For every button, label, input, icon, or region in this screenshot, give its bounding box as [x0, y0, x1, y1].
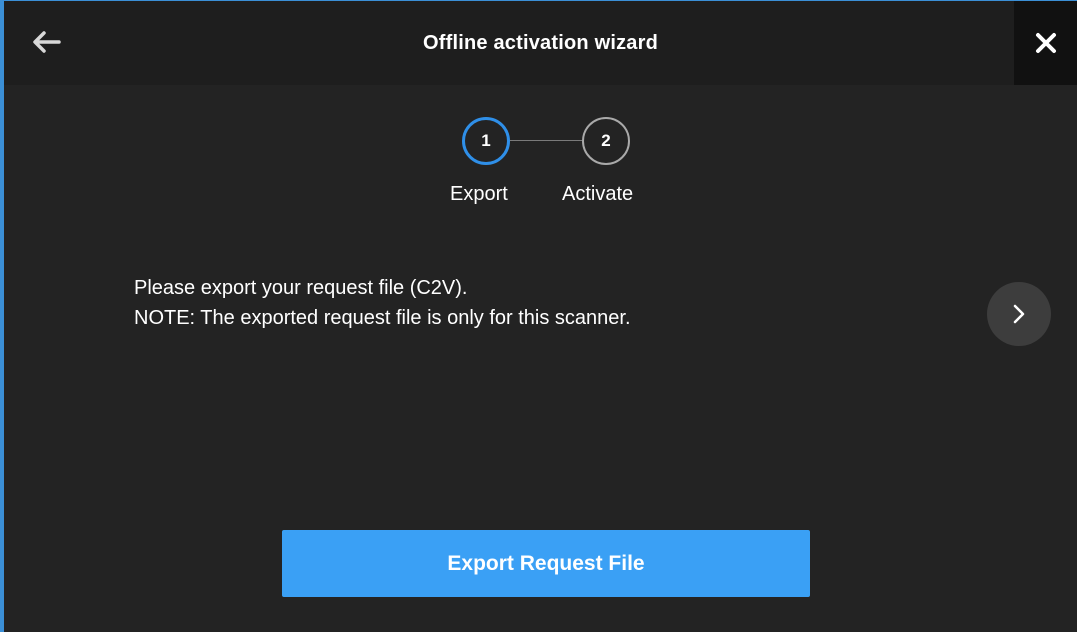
title-bar: Offline activation wizard: [4, 1, 1077, 85]
close-icon: [1035, 33, 1056, 53]
export-request-file-button[interactable]: Export Request File: [282, 530, 810, 597]
step-1-label: Export: [450, 183, 508, 205]
step-2-label: Activate: [562, 183, 634, 205]
chevron-right-icon: [1013, 304, 1025, 324]
step-1-circle: 1: [462, 117, 510, 165]
step-2-circle: 2: [582, 117, 630, 165]
instruction-text: Please export your request file (C2V). N…: [134, 273, 631, 333]
step-connector: [510, 140, 582, 141]
activation-wizard-window: Offline activation wizard 1 2 Export Act…: [0, 0, 1077, 632]
instruction-note: NOTE: The exported request file is only …: [134, 307, 631, 329]
close-button[interactable]: [1014, 1, 1077, 85]
instruction-line-1: Please export your request file (C2V).: [134, 277, 468, 299]
step-indicator: 1 2 Export Activate: [4, 117, 1077, 217]
window-title: Offline activation wizard: [422, 31, 659, 54]
next-step-button[interactable]: [987, 282, 1051, 346]
